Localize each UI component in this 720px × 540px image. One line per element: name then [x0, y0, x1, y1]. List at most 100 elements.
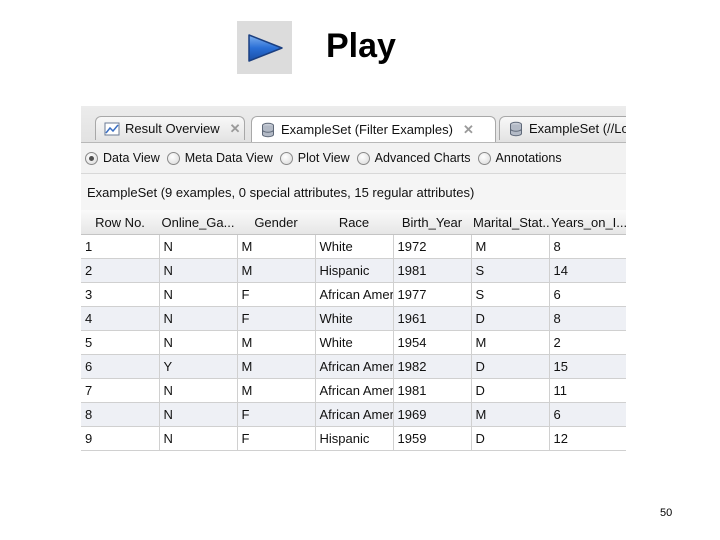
table-row[interactable]: 8 N F African Amer 1969 M 6 [81, 402, 626, 427]
table-cell: Y [159, 354, 238, 379]
database-icon [262, 122, 274, 137]
tab-label: ExampleSet (Filter Examples) [281, 122, 453, 137]
tab-exampleset-filter[interactable]: ExampleSet (Filter Examples) ✕ [251, 116, 496, 142]
column-header-marital-status[interactable]: Marital_Stat... [471, 210, 549, 235]
table-cell: African Amer [315, 402, 394, 427]
table-cell: 1954 [393, 330, 472, 355]
tab-label: ExampleSet (//Loc [529, 121, 626, 136]
column-header-birth-year[interactable]: Birth_Year [393, 210, 471, 235]
table-cell: N [159, 258, 238, 283]
table-cell: F [237, 426, 316, 451]
table-cell: Hispanic [315, 426, 394, 451]
view-option-plot-view[interactable]: Plot View [279, 151, 350, 165]
table-cell: 6 [549, 282, 626, 307]
table-cell: D [471, 354, 550, 379]
column-header-race[interactable]: Race [315, 210, 393, 235]
table-cell: M [471, 402, 550, 427]
table-cell: 1981 [393, 258, 472, 283]
table-cell: 14 [549, 258, 626, 283]
table-cell: N [159, 378, 238, 403]
table-cell: 6 [549, 402, 626, 427]
table-row[interactable]: 7 N M African Amer 1981 D 11 [81, 378, 626, 403]
table-cell: M [471, 330, 550, 355]
exampleset-summary: ExampleSet (9 examples, 0 special attrib… [81, 174, 626, 210]
slide-title: Play [326, 27, 396, 65]
table-cell: White [315, 234, 394, 259]
radio-icon[interactable] [166, 151, 180, 165]
table-row[interactable]: 5 N M White 1954 M 2 [81, 330, 626, 355]
tab-exampleset-local[interactable]: ExampleSet (//Loc [499, 116, 626, 140]
view-option-label: Data View [103, 151, 160, 165]
table-cell: 1959 [393, 426, 472, 451]
table-cell: 11 [549, 378, 626, 403]
view-option-label: Annotations [495, 151, 562, 165]
table-cell: African Amer [315, 354, 394, 379]
table-cell: 1981 [393, 378, 472, 403]
view-selector: Data View Meta Data View Plot View Advan… [81, 143, 626, 174]
view-option-annotations[interactable]: Annotations [477, 151, 562, 165]
table-cell: F [237, 306, 316, 331]
result-window: Result Overview ✕ ExampleSet (Filter Exa… [81, 106, 626, 452]
table-cell: N [159, 330, 238, 355]
table-cell: 2 [549, 330, 626, 355]
table-cell: 12 [549, 426, 626, 451]
table-cell: D [471, 426, 550, 451]
tab-result-overview[interactable]: Result Overview ✕ [95, 116, 245, 140]
table-cell: M [237, 354, 316, 379]
table-cell: 7 [81, 378, 160, 403]
table-cell: 5 [81, 330, 160, 355]
table-row[interactable]: 6 Y M African Amer 1982 D 15 [81, 354, 626, 379]
database-icon [510, 121, 522, 136]
table-row[interactable]: 4 N F White 1961 D 8 [81, 306, 626, 331]
data-table: Row No. Online_Ga... Gender Race Birth_Y… [81, 210, 626, 451]
column-header-gender[interactable]: Gender [237, 210, 315, 235]
table-cell: Hispanic [315, 258, 394, 283]
close-icon[interactable]: ✕ [230, 121, 241, 137]
table-cell: 1982 [393, 354, 472, 379]
table-cell: M [471, 234, 550, 259]
column-header-years-on-internet[interactable]: Years_on_I... [549, 210, 626, 235]
table-cell: 9 [81, 426, 160, 451]
tab-label: Result Overview [125, 121, 220, 136]
view-option-label: Advanced Charts [374, 151, 471, 165]
view-option-meta-data-view[interactable]: Meta Data View [166, 151, 273, 165]
table-cell: N [159, 402, 238, 427]
table-cell: 1972 [393, 234, 472, 259]
table-cell: 4 [81, 306, 160, 331]
result-tabs: Result Overview ✕ ExampleSet (Filter Exa… [81, 106, 626, 143]
table-cell: D [471, 378, 550, 403]
table-row[interactable]: 1 N M White 1972 M 8 [81, 234, 626, 259]
table-row[interactable]: 9 N F Hispanic 1959 D 12 [81, 426, 626, 451]
table-row[interactable]: 3 N F African Amer 1977 S 6 [81, 282, 626, 307]
table-cell: M [237, 378, 316, 403]
radio-selected-icon[interactable] [85, 151, 98, 165]
column-header-online-gaming[interactable]: Online_Ga... [159, 210, 237, 235]
table-cell: N [159, 234, 238, 259]
table-cell: African Amer [315, 282, 394, 307]
close-icon[interactable]: ✕ [463, 122, 474, 138]
table-header-row: Row No. Online_Ga... Gender Race Birth_Y… [81, 210, 626, 235]
table-cell: 1977 [393, 282, 472, 307]
table-cell: 1961 [393, 306, 472, 331]
radio-icon[interactable] [477, 151, 491, 165]
table-cell: N [159, 306, 238, 331]
table-cell: S [471, 282, 550, 307]
table-cell: N [159, 426, 238, 451]
table-cell: 2 [81, 258, 160, 283]
view-option-advanced-charts[interactable]: Advanced Charts [356, 151, 471, 165]
table-row[interactable]: 2 N M Hispanic 1981 S 14 [81, 258, 626, 283]
column-header-row-no[interactable]: Row No. [81, 210, 159, 235]
view-option-label: Meta Data View [184, 151, 273, 165]
table-cell: F [237, 402, 316, 427]
view-option-data-view[interactable]: Data View [85, 151, 160, 165]
table-cell: African Amer [315, 378, 394, 403]
table-cell: White [315, 330, 394, 355]
radio-icon[interactable] [356, 151, 370, 165]
radio-icon[interactable] [279, 151, 293, 165]
table-cell: 3 [81, 282, 160, 307]
page-number: 50 [660, 507, 673, 519]
table-cell: N [159, 282, 238, 307]
play-button-icon[interactable] [237, 21, 292, 74]
table-cell: F [237, 282, 316, 307]
table-cell: S [471, 258, 550, 283]
